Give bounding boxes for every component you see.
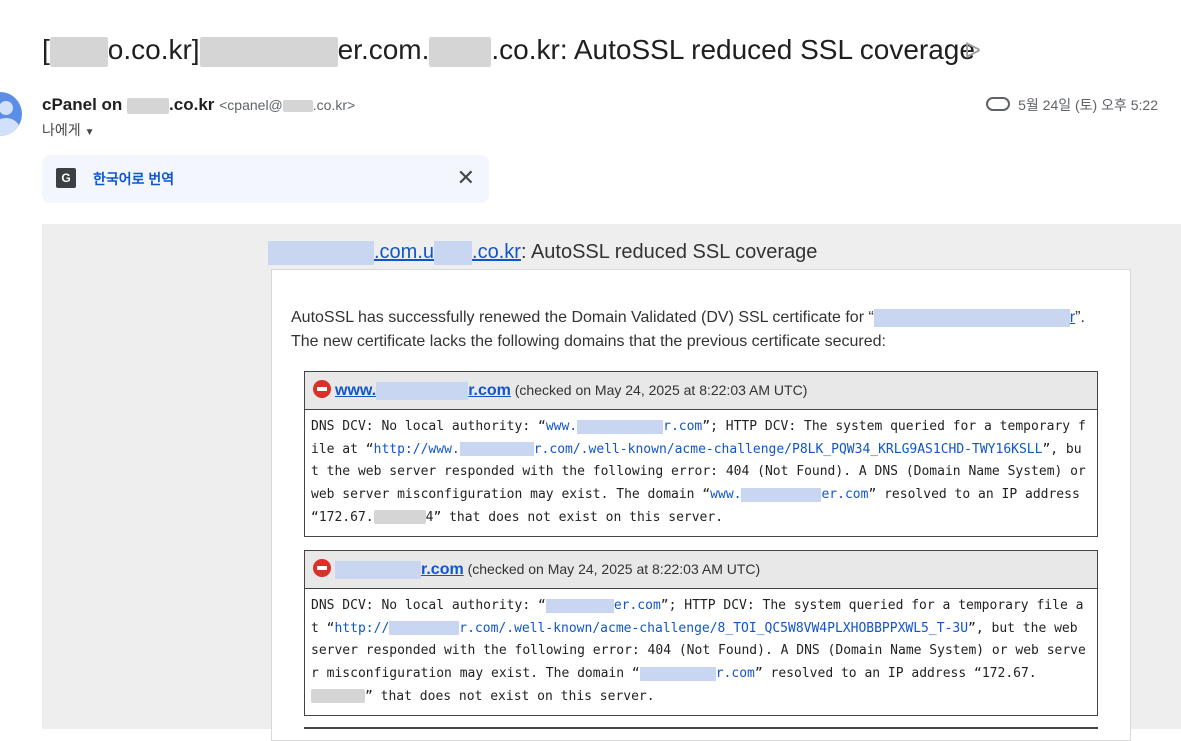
attachment-icon [986, 97, 1011, 112]
email-subject: [ o.co.kr] er.com. .co.kr: AutoSSL reduced … [42, 30, 1162, 70]
title-text: : AutoSSL reduced SSL coverage [520, 241, 818, 263]
domain-link[interactable]: www. er.com [710, 487, 868, 502]
redacted-link [335, 560, 421, 579]
domain-error-box: r.com (checked on May 24, 2025 at 8:22:0… [304, 550, 1098, 716]
domain-link[interactable]: www. r.com [546, 419, 702, 434]
translate-link[interactable]: 한국어로 번역 [93, 169, 174, 189]
checked-time: (checked on May 24, 2025 at 8:22:03 AM U… [467, 561, 761, 577]
intro-paragraph: AutoSSL has successfully renewed the Dom… [291, 308, 1085, 350]
redacted-link [873, 308, 1070, 327]
redacted-link [434, 240, 473, 265]
domain-header: www. r.com (checked on May 24, 2025 at 8:… [305, 372, 1097, 410]
redacted-text [199, 36, 338, 67]
redacted-link [639, 666, 716, 681]
domain-error-box: www. r.com (checked on May 24, 2025 at 8:… [304, 371, 1098, 537]
domain-error-details: DNS DCV: No local authority: “www. r.com”… [311, 419, 1086, 525]
redacted-link [389, 621, 460, 636]
redacted-text [373, 510, 426, 525]
message-title: .com.u .co.kr: AutoSSL reduced SSL covera… [268, 239, 817, 265]
sender-name[interactable]: cPanel on .co.kr [42, 95, 214, 114]
redacted-link [376, 381, 469, 400]
redacted-link [577, 419, 664, 434]
domain-header: r.com (checked on May 24, 2025 at 8:22:0… [305, 551, 1097, 589]
translate-icon: G [56, 168, 76, 188]
subject-part-3: .co.kr: AutoSSL reduced SSL coverage [491, 34, 975, 65]
domain-link[interactable]: er.com [545, 598, 661, 613]
close-icon[interactable]: ✕ [457, 165, 475, 191]
sender-info: cPanel on .co.kr <cpanel@ .co.kr> [42, 94, 355, 116]
sender-email: <cpanel@ .co.kr> [219, 97, 356, 113]
redacted-text [282, 100, 313, 113]
title-link[interactable]: .com.u [374, 241, 434, 263]
redacted-link [268, 240, 374, 265]
redacted-link [459, 442, 534, 457]
subject-bracket: [ [42, 34, 50, 65]
redacted-text [127, 97, 170, 114]
redacted-text [311, 689, 365, 704]
domain-link[interactable]: r.com [639, 666, 755, 681]
recipient-dropdown[interactable]: 나에게 ▼ [42, 120, 95, 143]
email-date: 5월 24일 (토) 오후 5:22 [986, 95, 1158, 115]
title-link-2[interactable]: .co.kr [472, 241, 521, 263]
redacted-text [429, 36, 492, 67]
recipient-label: 나에게 [42, 122, 81, 138]
chevron-down-icon: ▼ [84, 127, 95, 138]
subject-part-2: er.com. [337, 34, 430, 65]
error-icon [313, 559, 331, 578]
redacted-text [49, 36, 108, 67]
domain-link[interactable]: www. r.com [335, 381, 511, 400]
label-important-icon[interactable]: ᐅ [964, 38, 981, 64]
translate-bar: G 한국어로 번역 ✕ [42, 155, 489, 203]
sender-avatar[interactable] [0, 92, 22, 136]
redacted-link [545, 598, 614, 613]
date-text: 5월 24일 (토) 오후 5:22 [1018, 97, 1158, 113]
redacted-link [741, 487, 822, 502]
checked-time: (checked on May 24, 2025 at 8:22:03 AM U… [514, 382, 808, 398]
error-icon [313, 380, 331, 399]
challenge-url-link[interactable]: http://www. r.com/.well-known/acme-challe… [374, 442, 1043, 457]
domain-link[interactable]: r.com [335, 560, 464, 579]
challenge-url-link[interactable]: http://r.com/.well-known/acme-challenge/… [334, 621, 968, 636]
domain-error-details: DNS DCV: No local authority: “er.com”; H… [311, 598, 1086, 704]
subject-part-1: o.co.kr] [107, 34, 200, 65]
